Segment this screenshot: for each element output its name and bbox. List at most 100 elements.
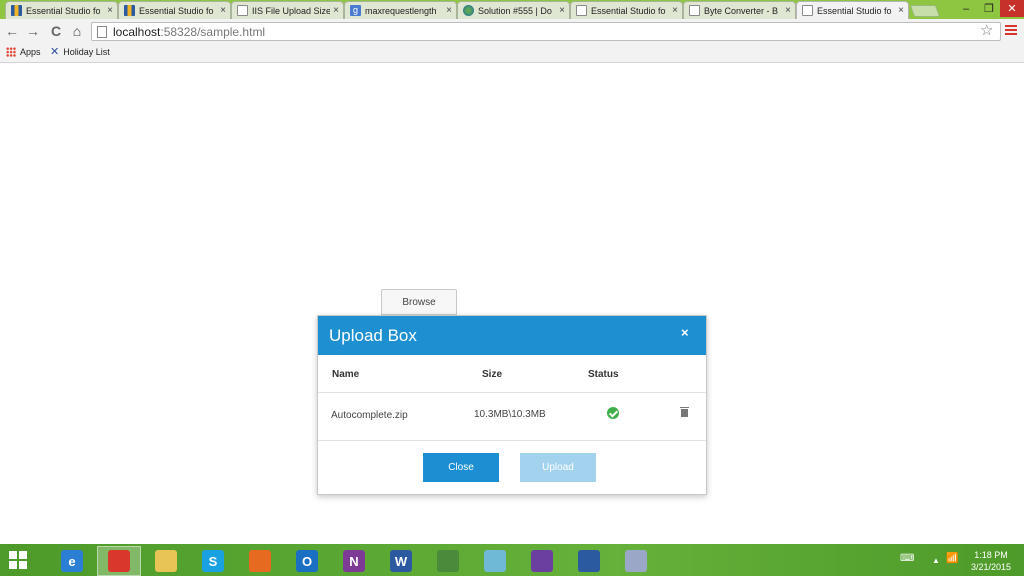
taskbar-button[interactable] <box>426 546 470 576</box>
upload-button[interactable]: Upload <box>520 453 596 482</box>
onenote-taskbar-icon: N <box>343 550 365 572</box>
chrome-taskbar-icon <box>108 550 130 572</box>
taskbar-button[interactable] <box>144 546 188 576</box>
taskbar-button[interactable] <box>567 546 611 576</box>
tab-close-icon[interactable]: × <box>559 5 565 16</box>
show-hidden-icons-arrow-icon[interactable]: ▲ <box>932 556 940 565</box>
browse-button[interactable]: Browse <box>381 289 457 315</box>
tab-strip: Essential Studio fo × Essential Studio f… <box>0 0 1024 19</box>
window-close-button[interactable]: ✕ <box>1000 0 1024 17</box>
tab-2[interactable]: IIS File Upload Size × <box>231 1 344 19</box>
firefox-taskbar-icon <box>249 550 271 572</box>
grid-icon <box>11 5 22 16</box>
tab-close-icon[interactable]: × <box>898 5 904 16</box>
bookmark-star-icon[interactable]: ☆ <box>980 22 993 40</box>
tab-close-icon[interactable]: × <box>220 5 226 16</box>
system-clock[interactable]: 1:18 PM 3/21/2015 <box>968 549 1014 573</box>
outlook-taskbar-icon: O <box>296 550 318 572</box>
forward-arrow-icon[interactable]: → <box>24 22 42 40</box>
bookmark-label: Apps <box>20 47 41 57</box>
tab-title: Essential Studio fo <box>817 5 892 16</box>
taskbar-button[interactable] <box>520 546 564 576</box>
page-icon <box>97 26 107 38</box>
divider <box>318 392 706 393</box>
tab-3[interactable]: g maxrequestlength × <box>344 1 457 19</box>
column-header-status: Status <box>588 369 619 380</box>
dialog-header: Upload Box × <box>318 316 706 355</box>
taskbar-button[interactable]: S <box>191 546 235 576</box>
url-path: :58328/sample.html <box>160 25 266 39</box>
bookmarks-bar: Apps ✕ Holiday List <box>0 44 1024 63</box>
explorer-taskbar-icon <box>155 550 177 572</box>
tab-4[interactable]: Solution #555 | Do × <box>457 1 570 19</box>
minimize-button[interactable]: – <box>954 0 978 17</box>
tab-close-icon[interactable]: × <box>333 5 339 16</box>
url-text[interactable]: localhost:58328/sample.html <box>113 25 265 39</box>
column-header-size: Size <box>482 369 503 380</box>
file-name: Autocomplete.zip <box>331 410 408 421</box>
tab-title: maxrequestlength <box>365 5 437 16</box>
trash-icon[interactable] <box>680 407 689 417</box>
keyboard-icon[interactable]: ⌨ <box>900 553 914 564</box>
syncfusion-taskbar-icon <box>578 550 600 572</box>
tab-5[interactable]: Essential Studio fo × <box>570 1 683 19</box>
tab-0[interactable]: Essential Studio fo × <box>5 1 118 19</box>
taskbar-button[interactable] <box>238 546 282 576</box>
address-bar[interactable]: localhost:58328/sample.html <box>91 22 1001 41</box>
tab-title: IIS File Upload Size <box>252 5 331 16</box>
taskbar-button[interactable]: O <box>285 546 329 576</box>
taskbar-button[interactable] <box>473 546 517 576</box>
page-icon <box>689 5 700 16</box>
project-taskbar-icon <box>437 550 459 572</box>
bookmark-holiday-list[interactable]: ✕ Holiday List <box>50 46 110 58</box>
home-icon[interactable]: ⌂ <box>68 22 86 40</box>
tab-close-icon[interactable]: × <box>107 5 113 16</box>
windows-start-icon[interactable] <box>9 551 27 569</box>
clock-date: 3/21/2015 <box>970 562 1012 572</box>
visual-studio-taskbar-icon <box>531 550 553 572</box>
tab-6[interactable]: Byte Converter - B × <box>683 1 796 19</box>
word-taskbar-icon: W <box>390 550 412 572</box>
ie-taskbar-icon: e <box>61 550 83 572</box>
tab-close-icon[interactable]: × <box>785 5 791 16</box>
taskbar-button[interactable] <box>614 546 658 576</box>
dialog-close-icon[interactable]: × <box>681 325 689 340</box>
taskbar-button[interactable] <box>97 546 141 576</box>
reload-icon[interactable]: C <box>47 22 65 40</box>
chrome-menu-icon[interactable] <box>1005 25 1017 37</box>
tab-1[interactable]: Essential Studio fo × <box>118 1 231 19</box>
new-tab-button[interactable] <box>909 5 941 17</box>
tool-taskbar-icon <box>625 550 647 572</box>
taskbar-button[interactable]: e <box>50 546 94 576</box>
page-icon <box>576 5 587 16</box>
bookmark-label: Holiday List <box>63 47 110 57</box>
column-header-name: Name <box>332 369 360 380</box>
google-icon: g <box>350 5 361 16</box>
skype-taskbar-icon: S <box>202 550 224 572</box>
page-icon <box>802 5 813 16</box>
upload-box-dialog: Upload Box × Name Size Status Autocomple… <box>317 315 707 495</box>
url-host: localhost <box>113 25 161 39</box>
check-circle-icon <box>607 407 619 419</box>
tab-7-active[interactable]: Essential Studio fo × <box>796 1 909 19</box>
file-size: 10.3MB\10.3MB <box>474 409 546 420</box>
taskbar-button[interactable]: W <box>379 546 423 576</box>
clock-time: 1:18 PM <box>974 550 1008 560</box>
back-arrow-icon[interactable]: ← <box>3 22 21 40</box>
dialog-title: Upload Box <box>329 326 417 345</box>
maximize-button[interactable]: ❐ <box>978 0 1000 17</box>
bookmark-apps[interactable]: Apps <box>6 47 41 57</box>
holiday-list-icon: ✕ <box>50 46 60 58</box>
network-icon[interactable]: 📶 <box>946 553 958 564</box>
tab-title: Essential Studio fo <box>139 5 214 16</box>
divider <box>318 440 706 441</box>
grid-icon <box>124 5 135 16</box>
close-button[interactable]: Close <box>423 453 499 482</box>
tab-title: Solution #555 | Do <box>478 5 552 16</box>
page-icon <box>237 5 248 16</box>
tab-close-icon[interactable]: × <box>446 5 452 16</box>
taskbar-button[interactable]: N <box>332 546 376 576</box>
tab-title: Essential Studio fo <box>26 5 101 16</box>
apps-icon <box>6 47 16 57</box>
tab-close-icon[interactable]: × <box>672 5 678 16</box>
